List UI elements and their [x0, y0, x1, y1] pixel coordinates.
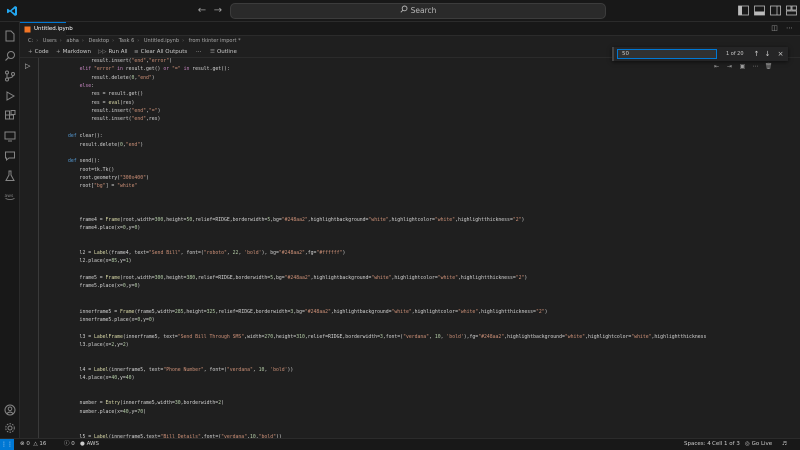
breadcrumb-item[interactable]: from tkinter import * [189, 38, 241, 44]
title-bar: ← → Search [0, 0, 800, 22]
vscode-logo-icon [6, 5, 18, 17]
remote-indicator-icon[interactable]: ⋮⋮ [0, 439, 14, 450]
source-control-icon[interactable] [4, 70, 16, 82]
info-icon: ⓘ [64, 441, 70, 447]
remote-explorer-icon[interactable] [4, 130, 16, 142]
command-center-search[interactable]: Search [230, 3, 606, 19]
back-arrow-icon[interactable]: ← [196, 5, 208, 17]
code-line[interactable]: res = result.get() [68, 91, 143, 99]
status-bar: ⋮⋮ ⊗ 0 △ 16 ⓘ 0 ● AWS Spaces: 4 Cell 1 o… [0, 438, 800, 450]
cell-focus-indicator [38, 58, 39, 438]
aws-icon[interactable]: aws [4, 190, 16, 202]
code-line[interactable]: frame4.place(x=0,y=0) [68, 225, 141, 233]
outline-icon: ☰ [210, 49, 215, 55]
split-editor-icon[interactable]: ◫ [770, 24, 779, 33]
code-line[interactable]: frame5 = Frame(root,width=300,height=380… [68, 275, 528, 283]
toggle-panel-icon[interactable] [754, 5, 765, 16]
code-line[interactable]: frame5.place(x=0,y=0) [68, 283, 141, 291]
toggle-sidebar-icon[interactable] [738, 5, 749, 16]
code-line[interactable]: innerframe5 = Frame(frame5,width=285,hei… [68, 309, 548, 317]
code-line[interactable]: frame4 = Frame(root,width=300,height=50,… [68, 217, 525, 225]
code-line[interactable]: result.insert("end","error") [68, 58, 172, 66]
explorer-icon[interactable] [4, 30, 16, 42]
breadcrumb: C: › Users › abha › Desktop › Task 6 › Untitl… [28, 38, 241, 44]
activity-bar: aws [0, 22, 20, 438]
add-markdown-cell-button[interactable]: + Markdown [56, 46, 91, 58]
code-line[interactable]: root.geometry("300x400") [68, 175, 149, 183]
code-line[interactable]: innerframe5.place(x=0,y=0) [68, 317, 155, 325]
code-line[interactable]: root["bg"] = "white" [68, 183, 138, 191]
chat-icon[interactable] [4, 150, 16, 162]
run-all-icon: ▷▷ [98, 49, 107, 55]
search-view-icon[interactable] [4, 50, 16, 62]
toggle-secondary-sidebar-icon[interactable] [770, 5, 781, 16]
settings-gear-icon[interactable] [4, 422, 16, 434]
indentation-status[interactable]: Spaces: 4 [684, 439, 711, 450]
breadcrumb-item[interactable]: Desktop [88, 38, 109, 44]
go-live-button[interactable]: ◎ Go Live [745, 439, 772, 450]
error-icon: ⊗ [20, 441, 25, 447]
notifications-bell-icon[interactable]: ♬ [782, 439, 787, 450]
code-line[interactable]: number = Entry(innerframe5,width=30,bord… [68, 400, 224, 408]
info-indicator[interactable]: ⓘ 0 [64, 439, 75, 450]
code-line[interactable]: number.place(x=40,y=70) [68, 409, 146, 417]
code-line[interactable]: l2 = Label(frame4, text="Send Bill", fon… [68, 250, 346, 258]
code-line[interactable]: l3 = LabelFrame(innerframe5, text="Send … [68, 334, 707, 342]
run-debug-icon[interactable] [4, 90, 16, 102]
notebook-editor: ▷ result.insert("end","error") elif "err… [20, 58, 800, 438]
aws-status-icon: ● [80, 441, 85, 447]
clear-outputs-button[interactable]: ≡ Clear All Outputs [134, 46, 187, 58]
cell-position-status[interactable]: Cell 1 of 3 [712, 439, 740, 450]
plus-icon: + [56, 49, 61, 55]
editor-actions: ◫ ⋯ [766, 24, 794, 34]
search-label: Search [410, 6, 437, 15]
broadcast-icon: ◎ [745, 441, 750, 447]
code-line[interactable]: root=tk.Tk() [68, 167, 115, 175]
run-all-button[interactable]: ▷▷ Run All [98, 46, 128, 58]
aws-status[interactable]: ● AWS [80, 439, 99, 450]
code-line[interactable]: result.insert("end","=") [68, 108, 160, 116]
extensions-icon[interactable] [4, 110, 16, 122]
code-line[interactable]: l2.place(x=85,y=1) [68, 258, 132, 266]
testing-icon[interactable] [4, 170, 16, 182]
code-line[interactable]: result.delete(0,"end") [68, 75, 155, 83]
tab-untitled-ipynb[interactable]: Untitled.ipynb [20, 22, 73, 36]
search-icon [400, 4, 408, 18]
breadcrumb-item[interactable]: Users [43, 38, 57, 44]
breadcrumb-item[interactable]: C: [28, 38, 33, 44]
code-line[interactable]: res = eval(res) [68, 100, 134, 108]
breadcrumb-item[interactable]: Task 6 [119, 38, 135, 44]
code-line[interactable]: result.delete(0,"end") [68, 142, 144, 150]
customize-layout-icon[interactable] [786, 5, 797, 16]
breadcrumb-item[interactable]: abha [66, 38, 78, 44]
code-line[interactable]: def clear(): [68, 133, 103, 141]
code-line[interactable]: elif "error" in result.get() or "=" in r… [68, 66, 230, 74]
forward-arrow-icon[interactable]: → [212, 5, 224, 17]
problems-indicator[interactable]: ⊗ 0 △ 16 [20, 439, 46, 450]
code-line[interactable]: result.insert("end",res) [68, 116, 160, 124]
breadcrumb-item[interactable]: Untitled.ipynb [144, 38, 179, 44]
code-line[interactable]: l4.place(x=40,y=40) [68, 375, 135, 383]
code-line[interactable]: else: [68, 83, 94, 91]
account-icon[interactable] [4, 404, 16, 416]
code-line[interactable]: l4 = Label(innerframe5, text="Phone Numb… [68, 367, 294, 375]
editor-tab-bar: Untitled.ipynb ◫ ⋯ [20, 22, 800, 36]
more-toolbar-icon[interactable]: ⋯ [196, 46, 202, 58]
code-line[interactable]: def send(): [68, 158, 100, 166]
run-cell-icon[interactable]: ▷ [25, 62, 33, 70]
plus-icon: + [28, 49, 33, 55]
notebook-file-icon [24, 26, 31, 33]
add-code-cell-button[interactable]: + Code [28, 46, 49, 58]
warning-icon: △ [33, 441, 38, 447]
clear-icon: ≡ [134, 49, 139, 55]
outline-button[interactable]: ☰ Outline [210, 46, 237, 58]
tab-label: Untitled.ipynb [34, 26, 73, 32]
code-line[interactable]: l3.place(x=2,y=2) [68, 342, 129, 350]
more-actions-icon[interactable]: ⋯ [785, 24, 794, 33]
